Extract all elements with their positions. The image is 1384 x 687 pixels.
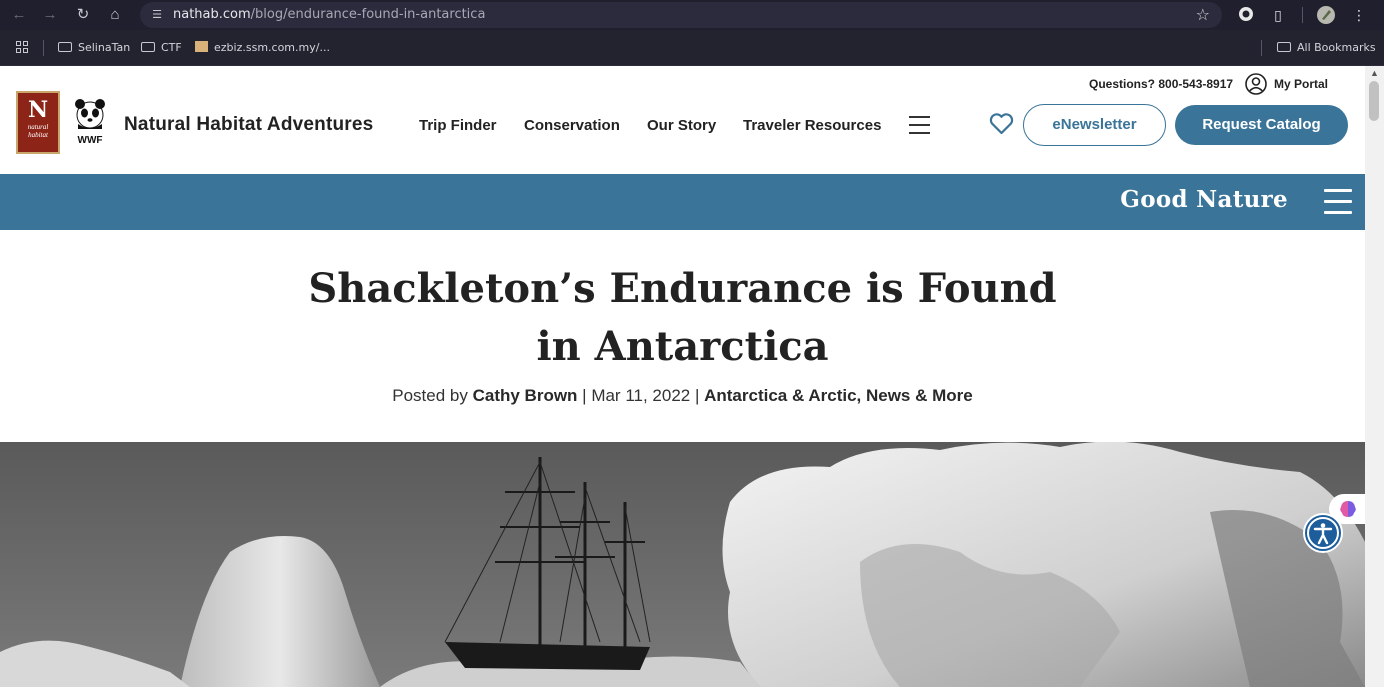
- brain-icon: [1340, 501, 1356, 517]
- home-icon[interactable]: ⌂: [104, 4, 126, 26]
- forward-icon[interactable]: →: [39, 4, 61, 26]
- bookmark-label: SelinaTan: [78, 41, 131, 54]
- bookmarks-divider-right: [1261, 40, 1262, 56]
- nav-conservation[interactable]: Conservation: [524, 117, 620, 134]
- article-byline: Posted by Cathy Brown | Mar 11, 2022 | A…: [190, 386, 1175, 406]
- toolbar-divider: [1302, 7, 1303, 23]
- menu-dots-icon[interactable]: ⋮: [1349, 5, 1369, 25]
- nav-our-story[interactable]: Our Story: [647, 117, 716, 134]
- nha-logo-text-habitat: habitat: [28, 131, 48, 139]
- bookmark-label: CTF: [161, 41, 182, 54]
- folder-icon: [1277, 42, 1291, 52]
- category-links[interactable]: Antarctica & Arctic, News & More: [704, 386, 973, 405]
- heart-icon[interactable]: [989, 113, 1014, 135]
- address-bar[interactable]: ☰ nathab.com/blog/endurance-found-in-ant…: [140, 2, 1222, 28]
- user-account-icon[interactable]: [1245, 73, 1267, 95]
- request-catalog-button[interactable]: Request Catalog: [1175, 105, 1348, 145]
- page-scrollbar[interactable]: ▲: [1365, 66, 1384, 687]
- url-text[interactable]: nathab.com/blog/endurance-found-in-antar…: [173, 7, 485, 22]
- puzzle-icon[interactable]: ▯: [1268, 5, 1288, 25]
- brand-name[interactable]: Natural Habitat Adventures: [124, 114, 373, 136]
- browser-toolbar: ← → ↻ ⌂ ☰ nathab.com/blog/endurance-foun…: [0, 0, 1384, 30]
- site-settings-icon[interactable]: ☰: [148, 6, 166, 24]
- accessibility-icon: [1307, 517, 1339, 549]
- nav-traveler-resources[interactable]: Traveler Resources: [743, 117, 881, 134]
- all-bookmarks[interactable]: All Bookmarks: [1277, 39, 1376, 57]
- scrollbar-thumb[interactable]: [1369, 81, 1379, 121]
- phone-questions[interactable]: Questions? 800-543-8917: [1089, 77, 1233, 91]
- panda-icon: [75, 99, 105, 129]
- folder-icon: [141, 42, 155, 52]
- nha-logo[interactable]: N natural habitat: [16, 91, 60, 154]
- url-path: /blog/endurance-found-in-antarctica: [250, 7, 486, 22]
- byline-separator: |: [690, 386, 705, 405]
- accessibility-button[interactable]: [1303, 513, 1343, 553]
- blog-header-band: Good Nature: [0, 174, 1365, 230]
- byline-separator: |: [577, 386, 592, 405]
- post-date: Mar 11, 2022: [591, 386, 691, 405]
- apps-grid-icon[interactable]: [16, 41, 29, 54]
- article-title-line2: in Antarctica: [536, 323, 829, 370]
- bookmark-selinatan[interactable]: SelinaTan: [58, 39, 130, 57]
- wwf-logo[interactable]: WWF: [72, 98, 108, 148]
- back-icon[interactable]: ←: [8, 4, 30, 26]
- bookmarks-divider: [43, 40, 44, 56]
- extension-icon[interactable]: [1236, 5, 1256, 25]
- bookmark-ezbiz[interactable]: ezbiz.ssm.com.my/...: [195, 39, 330, 57]
- nha-logo-initial: N: [27, 97, 49, 123]
- article-title-line1: Shackleton’s Endurance is Found: [308, 265, 1057, 312]
- good-nature-title[interactable]: Good Nature: [1120, 186, 1288, 213]
- author-link[interactable]: Cathy Brown: [473, 386, 578, 405]
- all-bookmarks-label: All Bookmarks: [1297, 41, 1376, 54]
- my-portal-link[interactable]: My Portal: [1274, 77, 1328, 91]
- enewsletter-button[interactable]: eNewsletter: [1023, 104, 1166, 146]
- web-page: N natural habitat WWF Natural Habitat Ad…: [0, 66, 1365, 687]
- profile-avatar[interactable]: [1316, 5, 1336, 25]
- bookmark-label: ezbiz.ssm.com.my/...: [214, 41, 330, 54]
- hero-image: [0, 442, 1365, 687]
- blog-menu-icon[interactable]: [1324, 189, 1352, 215]
- wwf-logo-text: WWF: [77, 135, 103, 146]
- scroll-up-icon[interactable]: ▲: [1370, 68, 1379, 78]
- menu-icon[interactable]: [909, 116, 930, 134]
- nav-trip-finder[interactable]: Trip Finder: [419, 117, 497, 134]
- posted-by-label: Posted by: [392, 386, 468, 405]
- reload-icon[interactable]: ↻: [72, 4, 94, 26]
- star-icon[interactable]: ☆: [1196, 5, 1210, 25]
- folder-icon: [58, 42, 72, 52]
- url-host: nathab.com: [173, 7, 251, 22]
- article-title: Shackleton’s Endurance is Found in Antar…: [190, 260, 1175, 376]
- nha-logo-text-natural: natural: [27, 123, 49, 131]
- endurance-ship-photo: [0, 442, 1365, 687]
- bookmark-ctf[interactable]: CTF: [141, 39, 182, 57]
- site-favicon-icon: [195, 41, 208, 52]
